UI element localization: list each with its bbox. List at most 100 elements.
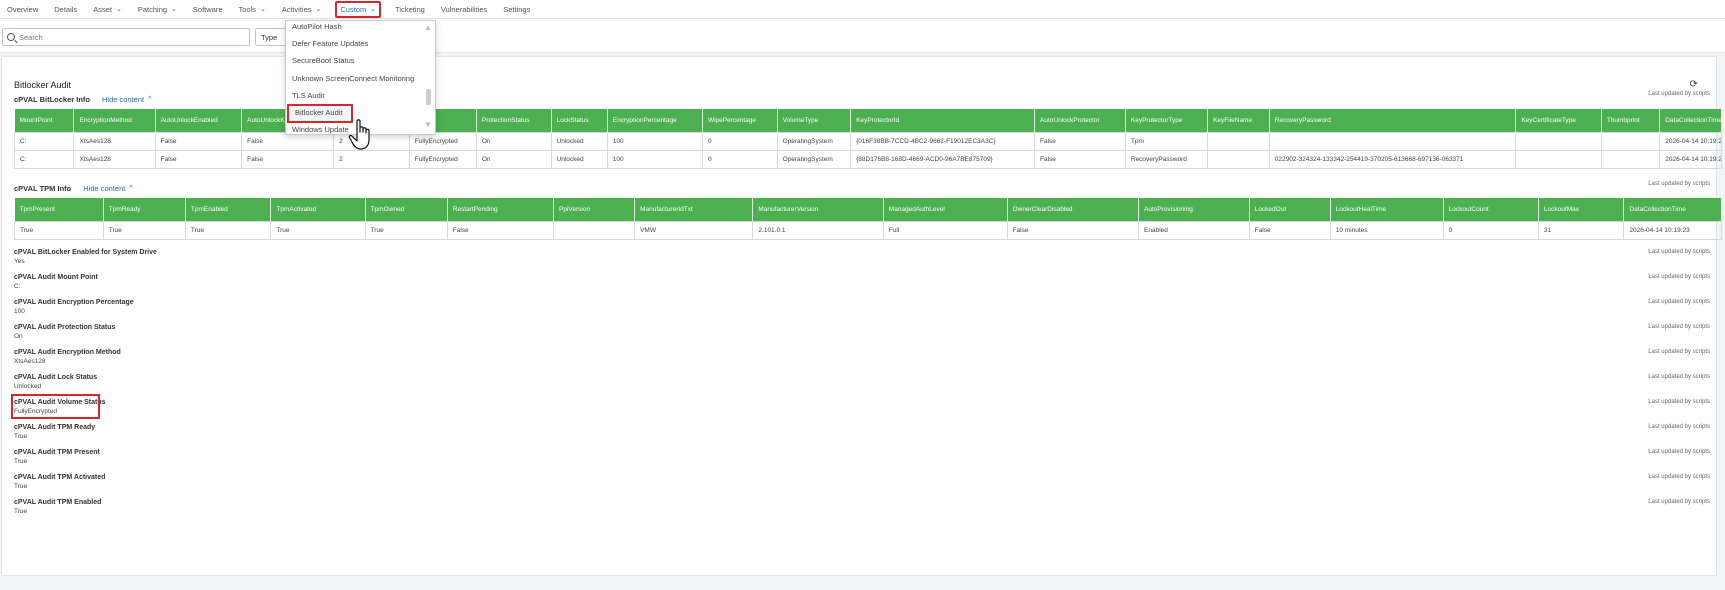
column-header-tpmpresent[interactable]: TpmPresent: [14, 198, 104, 221]
table-cell: 100: [606, 149, 703, 169]
last-updated-label: Last updated by scripts: [1648, 299, 1710, 305]
table-cell: 0: [701, 149, 778, 169]
field-cpval-audit-tpm-present: cPVAL Audit TPM Present True: [14, 449, 100, 465]
column-header-tpmenabled[interactable]: TpmEnabled: [185, 198, 272, 221]
nav-item-overview[interactable]: Overview: [5, 1, 40, 18]
column-header-tpmowned[interactable]: TpmOwned: [365, 198, 448, 221]
dropdown-item-bitlocker-audit[interactable]: Bitlocker Audit: [287, 104, 353, 123]
nav-item-patching[interactable]: Patching ⌄: [136, 1, 179, 18]
field-value: 100: [14, 308, 25, 315]
table-cell: True: [102, 220, 186, 240]
scroll-down-icon[interactable]: ▼: [424, 120, 432, 129]
last-updated-label: Last updated by scripts: [1648, 324, 1710, 330]
column-header-lockouthealtime[interactable]: LockoutHealTime: [1330, 198, 1444, 221]
table-cell: 2.101.0.1: [752, 220, 884, 240]
column-header-autoprovisioning[interactable]: AutoProvisioning: [1138, 198, 1250, 221]
column-header-encryptionmethod[interactable]: EncryptionMethod: [73, 109, 156, 132]
column-header-datacollectiontime[interactable]: DataCollectionTime: [1623, 198, 1722, 221]
column-header-keycertificatetype[interactable]: KeyCertificateType: [1515, 109, 1602, 132]
dropdown-item-tls-audit[interactable]: TLS Audit: [286, 87, 422, 104]
field-label: cPVAL Audit Protection Status: [14, 324, 116, 331]
column-header-keyprotectortype[interactable]: KeyProtectorType: [1125, 109, 1209, 132]
table-cell: OperatingSystem: [776, 131, 852, 151]
field-cpval-bitlocker-enabled-for-system-drive: cPVAL BitLocker Enabled for System Drive…: [14, 249, 157, 265]
nav-item-label: Custom: [340, 4, 367, 14]
dropdown-item-defer-feature-updates[interactable]: Defer Feature Updates: [286, 35, 422, 52]
table-cell: [1207, 149, 1270, 169]
nav-item-label: Tools: [238, 4, 257, 14]
bitlocker-hide-content-link[interactable]: Hide content ^: [102, 95, 151, 104]
field-value: True: [14, 433, 28, 440]
tpm-info-title: cPVAL TPM Info: [14, 184, 72, 193]
table-cell: Tpm: [1124, 131, 1209, 151]
column-header-volumetype[interactable]: VolumeType: [777, 109, 852, 132]
column-header-datacollectiontime[interactable]: DataCollectionTime: [1659, 109, 1722, 132]
nav-item-settings[interactable]: Settings: [501, 1, 532, 18]
table-cell: 10 minutes: [1329, 220, 1444, 240]
field-cpval-audit-encryption-method: cPVAL Audit Encryption Method XtsAes128: [14, 349, 121, 365]
hand-pointer-cursor-icon: [348, 119, 370, 150]
nav-item-tools[interactable]: Tools ⌄: [237, 1, 268, 18]
column-header-keyfilename[interactable]: KeyFileName: [1207, 109, 1270, 132]
nav-item-vulnerabilities[interactable]: Vulnerabilities: [439, 1, 489, 18]
last-updated-label: Last updated by scripts: [1648, 349, 1710, 355]
nav-item-asset[interactable]: Asset ⌄: [91, 1, 124, 18]
column-header-lockoutcount[interactable]: LockoutCount: [1443, 198, 1539, 221]
nav-item-activities[interactable]: Activities ⌄: [280, 1, 323, 18]
column-header-thumbprint[interactable]: Thumbprint: [1601, 109, 1661, 132]
dropdown-item-unknown-screenconnect-monitoring[interactable]: Unknown ScreenConnect Monitoring: [286, 70, 422, 87]
column-header-recoverypassword[interactable]: RecoveryPassword: [1269, 109, 1517, 132]
column-header-autounlockprotector[interactable]: AutoUnlockProtector: [1034, 109, 1126, 132]
search-box[interactable]: [2, 28, 250, 46]
search-input[interactable]: [19, 32, 239, 42]
refresh-icon[interactable]: ⟳: [1690, 79, 1698, 90]
column-header-managedauthlevel[interactable]: ManagedAuthLevel: [883, 198, 1008, 221]
column-header-mountpoint[interactable]: MountPoint: [14, 109, 75, 132]
field-cpval-audit-encryption-percentage: cPVAL Audit Encryption Percentage 100: [14, 299, 134, 315]
dropdown-item-secureboot-status[interactable]: SecureBoot Status: [286, 52, 422, 69]
last-updated-label: Last updated by scripts: [1648, 424, 1710, 430]
column-header-tpmactivated[interactable]: TpmActivated: [270, 198, 366, 221]
scroll-thumb[interactable]: [426, 89, 431, 105]
nav-item-custom[interactable]: Custom ⌄: [335, 0, 382, 18]
dropdown-scrollbar[interactable]: ▲ ▼: [423, 23, 433, 133]
field-label: cPVAL Audit Encryption Percentage: [14, 299, 134, 306]
table-cell: 2026-04-14 10:19:23: [1659, 131, 1722, 151]
column-header-manufactureridtxt[interactable]: ManufacturerIdTxt: [634, 198, 754, 221]
column-header-tpmready[interactable]: TpmReady: [103, 198, 186, 221]
table-cell: VMW: [634, 220, 754, 240]
tpm-hide-content-link[interactable]: Hide content ^: [83, 184, 132, 193]
nav-item-label: Settings: [503, 4, 531, 14]
nav-item-software[interactable]: Software: [191, 1, 225, 18]
tpm-info-header: cPVAL TPM Info Hide content ^: [14, 184, 133, 193]
column-header-lockstatus[interactable]: LockStatus: [551, 109, 608, 132]
column-header-restartpending[interactable]: RestartPending: [447, 198, 555, 221]
table-cell: 022902-324324-133342-254419-370205-61366…: [1268, 149, 1517, 169]
chevron-down-icon: ⌄: [171, 6, 177, 13]
table-row: C: XtsAes128 False False 2 FullyEncrypted On Un…: [13, 149, 1722, 169]
column-header-lockoutmax[interactable]: LockoutMax: [1538, 198, 1625, 221]
nav-item-label: Ticketing: [395, 4, 425, 14]
column-header-lockedout[interactable]: LockedOut: [1249, 198, 1331, 221]
last-updated-label: Last updated by scripts: [1648, 399, 1710, 405]
field-label: cPVAL Audit Encryption Method: [14, 349, 121, 356]
table-cell: [1600, 131, 1661, 151]
column-header-ppiversion[interactable]: PpiVersion: [553, 198, 636, 221]
nav-item-ticketing[interactable]: Ticketing: [393, 1, 427, 18]
bitlocker-info-table: MountPoint EncryptionMethod AutoUnlockEnab…: [13, 109, 1722, 169]
column-header-wipepercentage[interactable]: WipePercentage: [702, 109, 778, 132]
scroll-up-icon[interactable]: ▲: [424, 23, 432, 32]
column-header-manufacturerversion[interactable]: ManufacturerVersion: [752, 198, 884, 221]
column-header-keyprotectorid[interactable]: KeyProtectorId: [850, 109, 1036, 132]
column-header-ownercleardisabled[interactable]: OwnerClearDisabled: [1007, 198, 1140, 221]
type-filter-label: Type: [261, 32, 278, 42]
column-header-encryptionpercentage[interactable]: EncryptionPercentage: [607, 109, 703, 132]
dropdown-item-autopilot-hash[interactable]: AutoPilot Hash: [286, 21, 422, 35]
field-label: cPVAL Audit Lock Status: [14, 374, 98, 381]
nav-item-details[interactable]: Details: [52, 1, 79, 18]
column-header-autounlockenabled[interactable]: AutoUnlockEnabled: [155, 109, 243, 132]
page-title: Bitlocker Audit: [14, 80, 72, 90]
last-updated-label: Last updated by scripts: [1648, 91, 1710, 97]
column-header-protectionstatus[interactable]: ProtectionStatus: [476, 109, 552, 132]
field-value: Unlocked: [14, 383, 42, 390]
